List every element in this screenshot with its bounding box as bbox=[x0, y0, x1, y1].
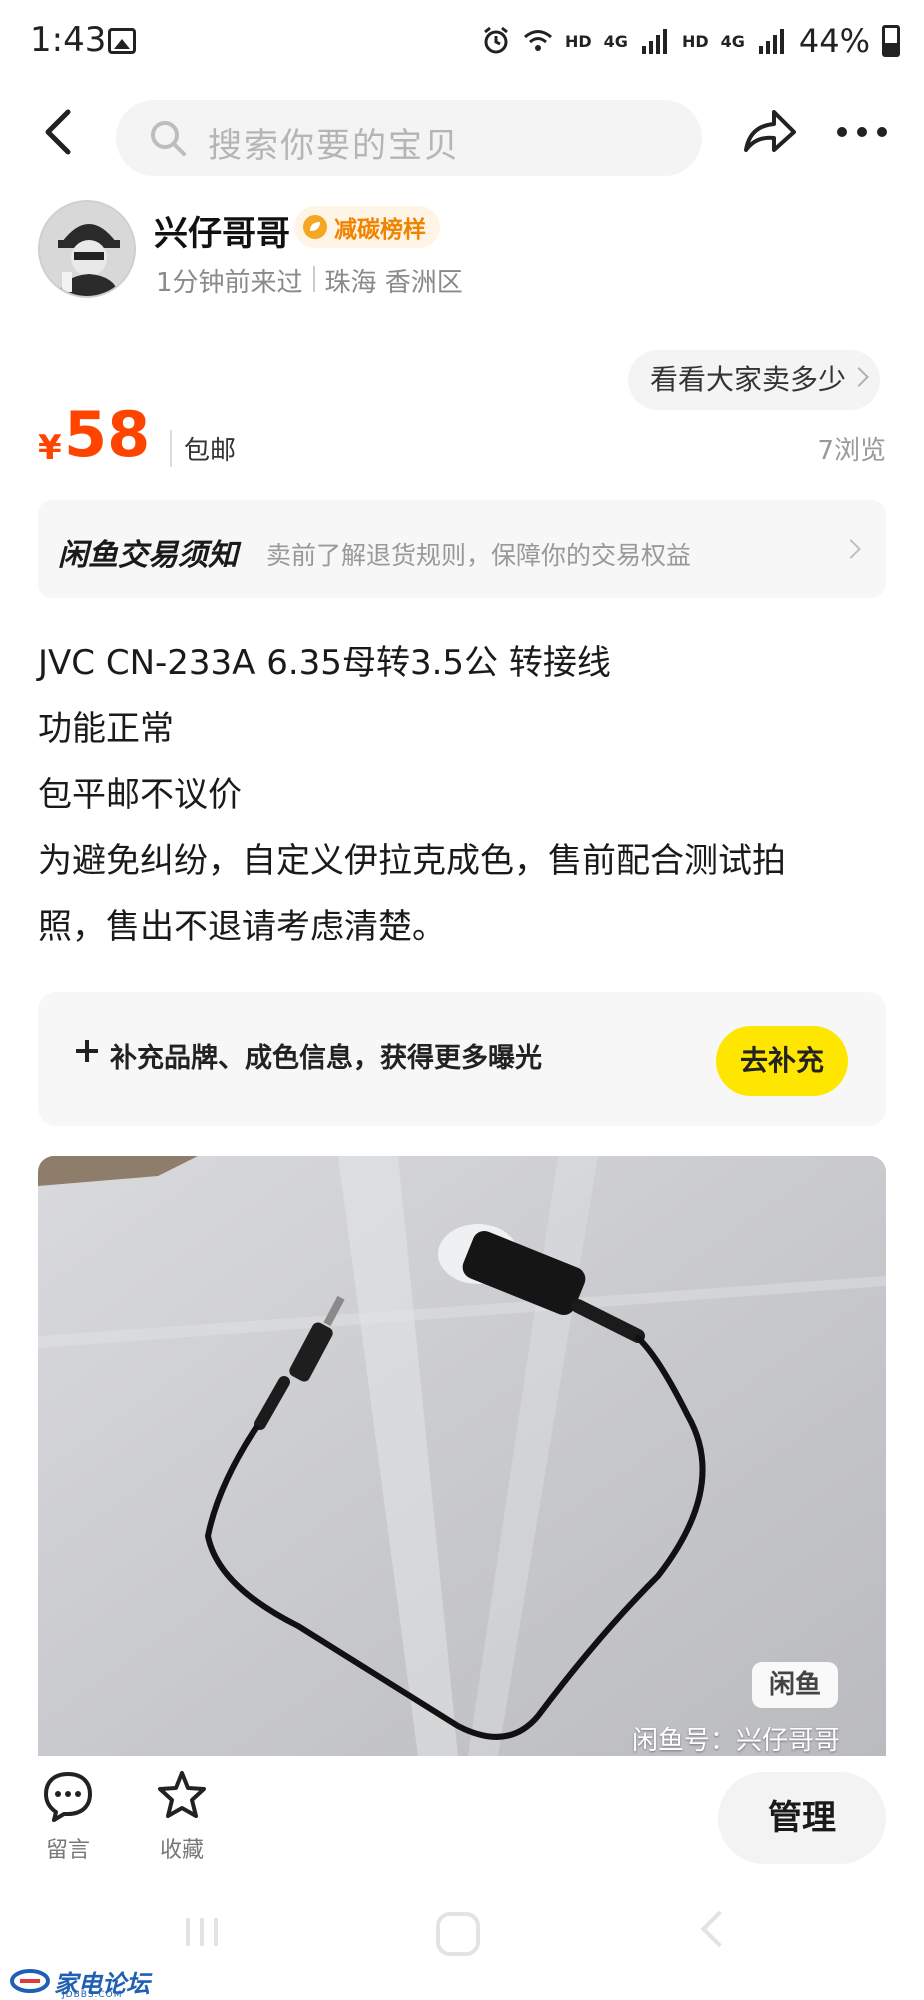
trade-notice[interactable]: 闲鱼交易须知 卖前了解退货规则，保障你的交易权益 bbox=[38, 500, 886, 598]
alarm-icon bbox=[484, 26, 508, 54]
back-icon[interactable] bbox=[30, 102, 90, 162]
shipping-label: 包邮 bbox=[170, 430, 236, 467]
forum-watermark: 家电论坛 JDBBS.COM bbox=[10, 1962, 150, 2000]
search-input[interactable]: 搜索你要的宝贝 bbox=[116, 100, 702, 176]
seller-location: 珠海 香洲区 bbox=[324, 268, 463, 298]
product-photo[interactable]: 闲鱼 闲鱼号：兴仔哥哥 bbox=[38, 1156, 886, 1756]
plus-icon bbox=[76, 1040, 98, 1062]
leaf-badge-icon bbox=[303, 215, 327, 239]
supplement-button[interactable]: 去补充 bbox=[716, 1026, 848, 1096]
status-indicators: HD 4G HD 4G 44% bbox=[481, 22, 900, 60]
favorite-label: 收藏 bbox=[159, 1838, 204, 1863]
forum-domain: JDBBS.COM bbox=[62, 1990, 123, 2000]
avatar[interactable] bbox=[38, 200, 136, 298]
watermark-logo: 闲鱼 bbox=[752, 1662, 838, 1708]
hd-label: HD bbox=[565, 31, 592, 51]
last-seen: 1分钟前来过 bbox=[156, 268, 303, 298]
watermark-text: 闲鱼号：兴仔哥哥 bbox=[631, 1726, 840, 1756]
status-time: 1:43 bbox=[30, 20, 107, 60]
top-nav: 搜索你要的宝贝 bbox=[0, 80, 924, 192]
description-line: 包平邮不议价 bbox=[38, 775, 242, 815]
description-line: 功能正常 bbox=[38, 709, 174, 749]
description-line: 为避免纠纷，自定义伊拉克成色，售前配合测试拍 bbox=[38, 841, 786, 881]
product-detail-page: 1:43 HD 4G HD 4G 44% 搜索你要的宝贝 兴仔哥哥 减碳榜样 1… bbox=[0, 0, 924, 2000]
supplement-card: 补充品牌、成色信息，获得更多曝光 去补充 bbox=[38, 992, 886, 1126]
share-icon[interactable] bbox=[740, 102, 798, 160]
price-currency: ¥ bbox=[38, 428, 62, 468]
search-icon bbox=[151, 121, 186, 156]
comment-icon bbox=[44, 1772, 92, 1822]
seller-info[interactable]: 兴仔哥哥 减碳榜样 1分钟前来过 珠海 香洲区 bbox=[38, 200, 898, 300]
description-line: JVC CN-233A 6.35母转3.5公 转接线 bbox=[38, 643, 611, 683]
item-description: JVC CN-233A 6.35母转3.5公 转接线 功能正常 包平邮不议价 为… bbox=[38, 630, 888, 960]
description-line: 照，售出不退请考虑清楚。 bbox=[38, 907, 446, 947]
check-prices-label: 看看大家卖多少 bbox=[650, 363, 847, 396]
manage-button[interactable]: 管理 bbox=[718, 1772, 886, 1864]
bottom-action-bar: 留言 收藏 管理 bbox=[0, 1760, 924, 1876]
network-label-2: 4G bbox=[720, 31, 745, 51]
check-prices-button[interactable]: 看看大家卖多少 bbox=[628, 350, 881, 410]
star-icon bbox=[158, 1771, 206, 1818]
forum-logo-icon bbox=[10, 1969, 50, 1993]
battery-percent: 44% bbox=[798, 22, 870, 60]
status-bar: 1:43 HD 4G HD 4G 44% bbox=[0, 0, 924, 84]
system-back-icon[interactable] bbox=[700, 1910, 738, 1948]
network-label: 4G bbox=[603, 31, 628, 51]
signal-icon-2 bbox=[758, 29, 784, 54]
notice-title: 闲鱼交易须知 bbox=[58, 538, 238, 573]
seller-meta: 1分钟前来过 珠海 香洲区 bbox=[156, 262, 463, 299]
battery-icon bbox=[882, 25, 900, 57]
notice-description: 卖前了解退货规则，保障你的交易权益 bbox=[266, 541, 692, 570]
recents-icon[interactable] bbox=[182, 1912, 222, 1952]
system-nav-bar: 家电论坛 JDBBS.COM bbox=[0, 1880, 924, 2000]
seller-name[interactable]: 兴仔哥哥 bbox=[154, 206, 290, 255]
comment-label: 留言 bbox=[45, 1838, 90, 1863]
hd-label-2: HD bbox=[681, 31, 709, 51]
meta-divider bbox=[312, 266, 315, 292]
view-count: 7浏览 bbox=[817, 436, 886, 466]
chevron-right-icon bbox=[849, 367, 869, 387]
price-value: 58 bbox=[64, 398, 151, 471]
more-icon[interactable] bbox=[832, 102, 892, 160]
chevron-right-icon bbox=[841, 539, 861, 559]
supplement-text: 补充品牌、成色信息，获得更多曝光 bbox=[110, 1043, 542, 1074]
avatar-image bbox=[40, 202, 134, 296]
gallery-notification-icon bbox=[108, 28, 136, 54]
seller-badge[interactable]: 减碳榜样 bbox=[294, 206, 440, 248]
wifi-icon bbox=[524, 30, 552, 51]
badge-label: 减碳榜样 bbox=[334, 217, 426, 243]
home-icon[interactable] bbox=[436, 1912, 480, 1956]
signal-icon bbox=[641, 29, 667, 54]
comment-button[interactable]: 留言 bbox=[28, 1768, 108, 1864]
favorite-button[interactable]: 收藏 bbox=[142, 1768, 222, 1864]
search-placeholder: 搜索你要的宝贝 bbox=[208, 126, 460, 166]
